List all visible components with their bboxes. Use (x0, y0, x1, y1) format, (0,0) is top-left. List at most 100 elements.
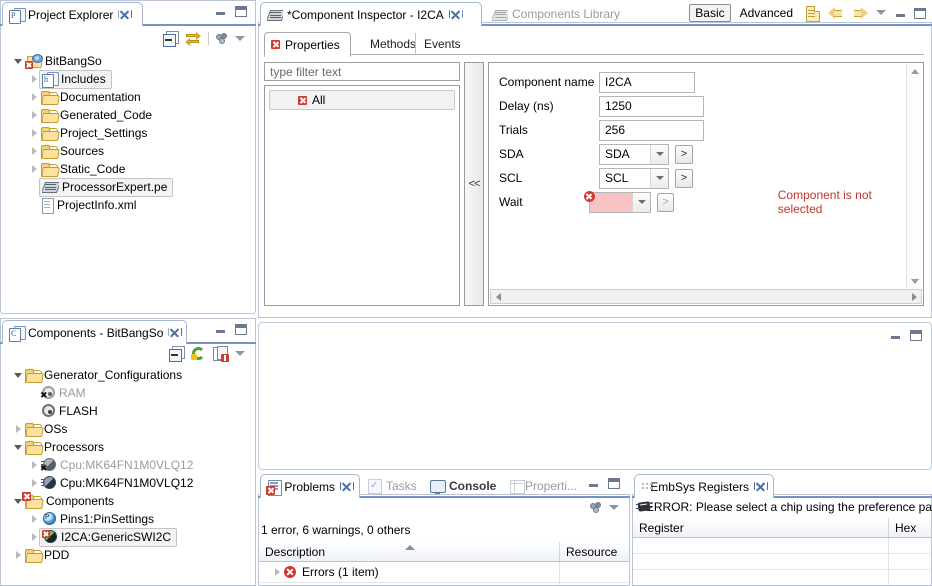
property-browse-button[interactable]: > (675, 144, 693, 164)
expand-arrow-open-icon[interactable] (12, 438, 25, 456)
tree-item[interactable]: I2CA:GenericSWI2C (2, 527, 254, 547)
tab-embsys-registers[interactable]: EmbSys Registers (634, 474, 774, 498)
minimize-icon[interactable] (215, 325, 226, 334)
tree-item[interactable]: P Pins1:PinSettings (2, 510, 254, 528)
chevron-down-icon[interactable] (632, 192, 651, 212)
forward-arrow-icon[interactable] (852, 6, 868, 20)
maximize-icon[interactable] (235, 324, 247, 335)
tree-item[interactable]: ✖ RAM (2, 384, 254, 402)
tree-item[interactable]: ✖ Cpu:MK64FN1M0VLQ12 (2, 456, 254, 474)
chevron-down-icon[interactable] (650, 144, 668, 164)
scroll-left-arrow[interactable] (491, 290, 505, 303)
property-category-list[interactable]: All (264, 85, 460, 306)
property-text-input[interactable]: 1250 (599, 95, 704, 117)
close-icon[interactable] (118, 8, 133, 20)
column-header-register[interactable]: Register (633, 518, 888, 537)
tree-item[interactable]: Documentation (2, 88, 254, 106)
tree-item[interactable]: h Includes (2, 69, 254, 89)
tree-item[interactable]: Cpu:MK64FN1M0VLQ12 (2, 474, 254, 492)
back-arrow-icon[interactable] (828, 6, 844, 20)
refresh-icon[interactable] (191, 346, 206, 361)
embsys-table[interactable]: Register Hex (633, 518, 931, 585)
scroll-up-arrow[interactable] (907, 64, 922, 78)
collapse-all-icon[interactable] (169, 346, 185, 362)
tab-methods[interactable]: Methods (356, 33, 424, 55)
column-header-hex[interactable]: Hex (888, 518, 931, 537)
expand-arrow-closed-icon[interactable] (28, 106, 41, 124)
table-row[interactable] (633, 554, 931, 570)
tree-item[interactable]: ProjectInfo.xml (2, 196, 254, 214)
minimize-icon[interactable] (890, 331, 901, 340)
tree-item[interactable]: Generated_Code (2, 106, 254, 124)
minimize-icon[interactable] (215, 7, 226, 16)
close-icon[interactable] (448, 8, 463, 20)
expand-arrow-closed-icon[interactable] (12, 546, 25, 564)
close-icon[interactable] (754, 480, 768, 492)
close-icon[interactable] (340, 480, 354, 492)
property-browse-button[interactable]: > (657, 192, 674, 212)
view-menu-icon[interactable] (609, 504, 620, 512)
minimize-icon[interactable] (588, 479, 599, 488)
list-item-all[interactable]: All (269, 90, 455, 110)
expand-arrow-closed-icon[interactable] (28, 474, 41, 492)
expand-arrow-closed-icon[interactable] (271, 584, 284, 585)
tab-project-explorer[interactable]: P Project Explorer (2, 2, 143, 26)
tab-console[interactable]: Console (424, 474, 504, 498)
expand-arrow-open-icon[interactable] (12, 366, 25, 384)
view-menu-dots-icon[interactable] (590, 502, 602, 514)
scroll-down-arrow[interactable] (907, 274, 922, 288)
table-row[interactable]: Errors (1 item) (259, 562, 629, 583)
expand-arrow-closed-icon[interactable] (271, 563, 284, 581)
tab-tasks[interactable]: ✓ Tasks (362, 474, 424, 498)
expand-arrow-closed-icon[interactable] (12, 420, 25, 438)
expand-arrow-open-icon[interactable] (12, 52, 25, 70)
tree-item[interactable]: Sources (2, 142, 254, 160)
collapse-all-icon[interactable] (163, 31, 179, 47)
link-with-editor-icon[interactable] (185, 31, 201, 46)
chevron-down-icon[interactable] (650, 168, 668, 188)
mode-basic-button[interactable]: Basic (689, 4, 731, 22)
property-browse-button[interactable]: > (675, 168, 693, 188)
property-combo[interactable]: SDA (599, 143, 669, 165)
tab-problems[interactable]: Problems (260, 474, 360, 498)
tree-item[interactable]: BitBangSo (2, 52, 254, 70)
expand-arrow-closed-icon[interactable] (28, 88, 41, 106)
table-row[interactable] (633, 570, 931, 585)
tree-item[interactable]: Components (2, 491, 254, 510)
maximize-icon[interactable] (910, 330, 922, 341)
tab-components[interactable]: C Components - BitBangSo (2, 320, 187, 344)
tree-item[interactable]: PDD (2, 546, 254, 564)
tree-item[interactable]: OSs (2, 420, 254, 438)
tree-item[interactable]: ProcessorExpert.pe (2, 177, 254, 197)
property-text-input[interactable]: 256 (599, 119, 704, 141)
property-text-input[interactable]: I2CA (599, 71, 695, 93)
property-combo[interactable] (588, 191, 652, 213)
expand-arrow-closed-icon[interactable] (28, 70, 41, 88)
tree-item[interactable]: FLASH (2, 402, 254, 420)
tab-properties[interactable]: Properties (264, 32, 351, 57)
view-menu-icon[interactable] (876, 9, 887, 17)
form-horizontal-scrollbar[interactable] (490, 289, 922, 304)
tab-components-library[interactable]: Components Library (486, 2, 666, 26)
problems-table[interactable]: Description Resource Errors (1 item) Warn… (259, 542, 629, 585)
tree-item[interactable]: Generator_Configurations (2, 366, 254, 384)
project-explorer-tree[interactable]: BitBangSo h Includes Documentation Generated… (2, 52, 254, 312)
components-tree[interactable]: Generator_Configurations ✖ RAM FLASH OSs Proc… (2, 366, 254, 584)
maximize-icon[interactable] (608, 478, 620, 489)
tab-component-inspector[interactable]: *Component Inspector - I2CA (260, 2, 482, 26)
minimize-icon[interactable] (895, 9, 906, 18)
expand-arrow-closed-icon[interactable] (28, 528, 41, 546)
maximize-icon[interactable] (235, 6, 247, 17)
tree-item[interactable]: Static_Code (2, 160, 254, 178)
table-row[interactable]: Warnings (6 items) (259, 583, 629, 585)
close-icon[interactable] (168, 326, 183, 338)
filter-input[interactable]: type filter text (264, 62, 460, 81)
maximize-icon[interactable] (914, 7, 926, 19)
form-vertical-scrollbar[interactable] (906, 64, 922, 288)
expand-arrow-closed-icon[interactable] (28, 124, 41, 142)
tree-item[interactable]: Processors (2, 438, 254, 456)
expand-arrow-closed-icon[interactable] (28, 142, 41, 160)
expand-arrow-closed-icon[interactable] (28, 510, 41, 528)
tab-properties-view[interactable]: Properti... (504, 474, 584, 498)
tab-events[interactable]: Events (415, 33, 467, 55)
